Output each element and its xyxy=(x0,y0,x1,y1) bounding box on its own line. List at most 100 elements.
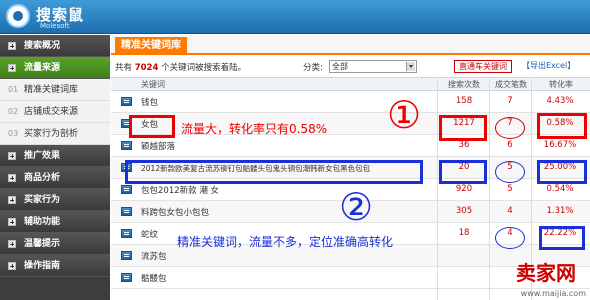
cell-keyword[interactable]: 包包2012新款 潮 女 xyxy=(141,184,219,196)
annotation-circle-deals xyxy=(495,117,525,139)
sidebar: 搜索概况 流量来源 01 精准关键词库 02 店铺成交来源 03 买家行为剖析 推广效… xyxy=(0,35,110,300)
sidebar-item-label: 精准关键词库 xyxy=(24,85,79,95)
table-header: 关键词 搜索次数 成交笔数 转化率 xyxy=(111,77,590,91)
cell-keyword[interactable]: 钱包 xyxy=(141,96,158,108)
cell-searches: 36 xyxy=(458,140,470,150)
category-select[interactable]: 全部 xyxy=(329,60,417,73)
cell-keyword[interactable]: 2012新款欧美复古流苏铆钉包骷髅头包鬼头铜包潮韩新女包黑色包包 xyxy=(141,163,370,174)
table-row: 颖越部落 36 6 16.67% xyxy=(111,135,590,157)
keyword-detail-icon[interactable] xyxy=(121,97,132,106)
annotation-note-1: 流量大，转化率只有0.58% xyxy=(181,122,328,136)
header: 搜索鼠 Molesoft xyxy=(0,0,590,34)
annotation-number-1: ① xyxy=(387,93,422,137)
sidebar-item-label: 买家行为剖析 xyxy=(24,129,79,139)
sidebar-item-promotion[interactable]: 推广效果 xyxy=(0,145,110,167)
keyword-detail-icon[interactable] xyxy=(121,207,132,216)
cell-rate: 22.22% xyxy=(543,228,577,238)
col-rate[interactable]: 转化率 xyxy=(549,79,573,90)
col-keyword[interactable]: 关键词 xyxy=(141,79,165,90)
watermark-url: www.maijia.com xyxy=(520,289,586,298)
col-deals[interactable]: 成交笔数 xyxy=(495,79,527,90)
sidebar-item-label: 买家行为 xyxy=(24,195,61,205)
cell-rate: 4.43% xyxy=(546,96,574,106)
sidebar-subitem-keyword-library[interactable]: 01 精准关键词库 xyxy=(0,79,110,101)
annotation-circle-deals-3 xyxy=(495,227,525,249)
cell-keyword[interactable]: 蛇纹 xyxy=(141,228,158,240)
summary-prefix: 共有 xyxy=(115,63,133,73)
sidebar-item-tips[interactable]: 温馨提示 xyxy=(0,233,110,255)
sidebar-item-guide[interactable]: 操作指南 xyxy=(0,255,110,277)
cell-rate: 0.54% xyxy=(546,184,574,194)
keyword-detail-icon[interactable] xyxy=(121,163,132,172)
sidebar-item-label: 辅助功能 xyxy=(24,217,61,227)
keyword-detail-icon[interactable] xyxy=(121,251,132,260)
category-value: 全部 xyxy=(332,62,348,71)
cell-keyword[interactable]: 流苏包 xyxy=(141,250,167,262)
title-bar: 精准关键词库 xyxy=(111,35,590,55)
cell-keyword[interactable]: 颖越部落 xyxy=(141,140,175,152)
sidebar-item-label: 商品分析 xyxy=(24,173,61,183)
cell-searches: 1217 xyxy=(453,118,475,128)
expand-icon xyxy=(8,174,16,182)
keyword-detail-icon[interactable] xyxy=(121,273,132,282)
cell-keyword[interactable]: 料跨包女包小包包 xyxy=(141,206,209,218)
table-row: 钱包 158 7 4.43% xyxy=(111,91,590,113)
sidebar-item-label: 操作指南 xyxy=(24,261,61,271)
cell-searches: 158 xyxy=(455,96,473,106)
expand-icon xyxy=(8,196,16,204)
annotation-note-2: 精准关键词，流量不多，定位准确高转化 xyxy=(177,235,394,249)
sidebar-item-label: 搜索概况 xyxy=(24,41,61,51)
keyword-detail-icon[interactable] xyxy=(121,229,132,238)
cell-deals: 4 xyxy=(507,206,513,216)
cell-rate: 1.31% xyxy=(546,206,574,216)
cell-rate: 16.67% xyxy=(543,140,577,150)
sidebar-subitem-deal-source[interactable]: 02 店铺成交来源 xyxy=(0,101,110,123)
expand-icon xyxy=(8,262,16,270)
expand-icon xyxy=(8,42,16,50)
sidebar-item-search-overview[interactable]: 搜索概况 xyxy=(0,35,110,57)
category-label: 分类: xyxy=(303,63,323,73)
cell-searches: 20 xyxy=(458,162,470,172)
cell-searches: 18 xyxy=(458,228,470,238)
cell-deals: 6 xyxy=(507,140,513,150)
keyword-summary: 共有 7024 个关键词被搜索着陆。 xyxy=(115,61,246,73)
chevron-down-icon xyxy=(406,62,415,71)
subitem-number: 03 xyxy=(8,129,19,138)
sidebar-item-label: 温馨提示 xyxy=(24,239,61,249)
cell-keyword[interactable]: 骷髅包 xyxy=(141,272,167,284)
annotation-circle-deals-2 xyxy=(495,161,525,183)
column-divider xyxy=(489,77,490,300)
subitem-number: 01 xyxy=(8,85,19,94)
main-panel: 精准关键词库 共有 7024 个关键词被搜索着陆。 分类: 全部 直通车关键词 … xyxy=(111,35,590,300)
sidebar-item-tools[interactable]: 辅助功能 xyxy=(0,211,110,233)
ztc-keyword-button[interactable]: 直通车关键词 xyxy=(454,60,512,73)
sidebar-item-traffic-source[interactable]: 流量来源 xyxy=(0,57,110,79)
keyword-count: 7024 xyxy=(134,63,159,73)
cell-keyword[interactable]: 女包 xyxy=(141,118,158,130)
sidebar-item-buyer-behavior[interactable]: 买家行为 xyxy=(0,189,110,211)
expand-icon xyxy=(8,152,16,160)
expand-icon xyxy=(8,240,16,248)
cell-deals: 5 xyxy=(507,184,513,194)
keyword-detail-icon[interactable] xyxy=(121,141,132,150)
sidebar-subitem-buyer-analysis[interactable]: 03 买家行为剖析 xyxy=(0,123,110,145)
page-title: 精准关键词库 xyxy=(115,37,187,55)
mole-logo-icon xyxy=(6,4,30,28)
sidebar-item-label: 推广效果 xyxy=(24,151,61,161)
subitem-number: 02 xyxy=(8,107,19,116)
sidebar-item-product-analysis[interactable]: 商品分析 xyxy=(0,167,110,189)
watermark-logo: 卖家网 xyxy=(516,261,576,285)
expand-icon xyxy=(8,218,16,226)
cell-searches: 305 xyxy=(455,206,473,216)
export-excel-link[interactable]: 【导出Excel】 xyxy=(518,60,579,73)
keyword-detail-icon[interactable] xyxy=(121,185,132,194)
col-searches[interactable]: 搜索次数 xyxy=(448,79,480,90)
summary-suffix: 个关键词被搜索着陆。 xyxy=(161,63,247,73)
keyword-detail-icon[interactable] xyxy=(121,119,132,128)
sidebar-item-label: 流量来源 xyxy=(24,63,61,73)
cell-searches: 920 xyxy=(455,184,473,194)
cell-rate: 25.00% xyxy=(543,162,577,172)
brand-subtitle: Molesoft xyxy=(40,22,70,30)
expand-icon xyxy=(8,64,16,72)
cell-deals: 7 xyxy=(507,96,513,106)
